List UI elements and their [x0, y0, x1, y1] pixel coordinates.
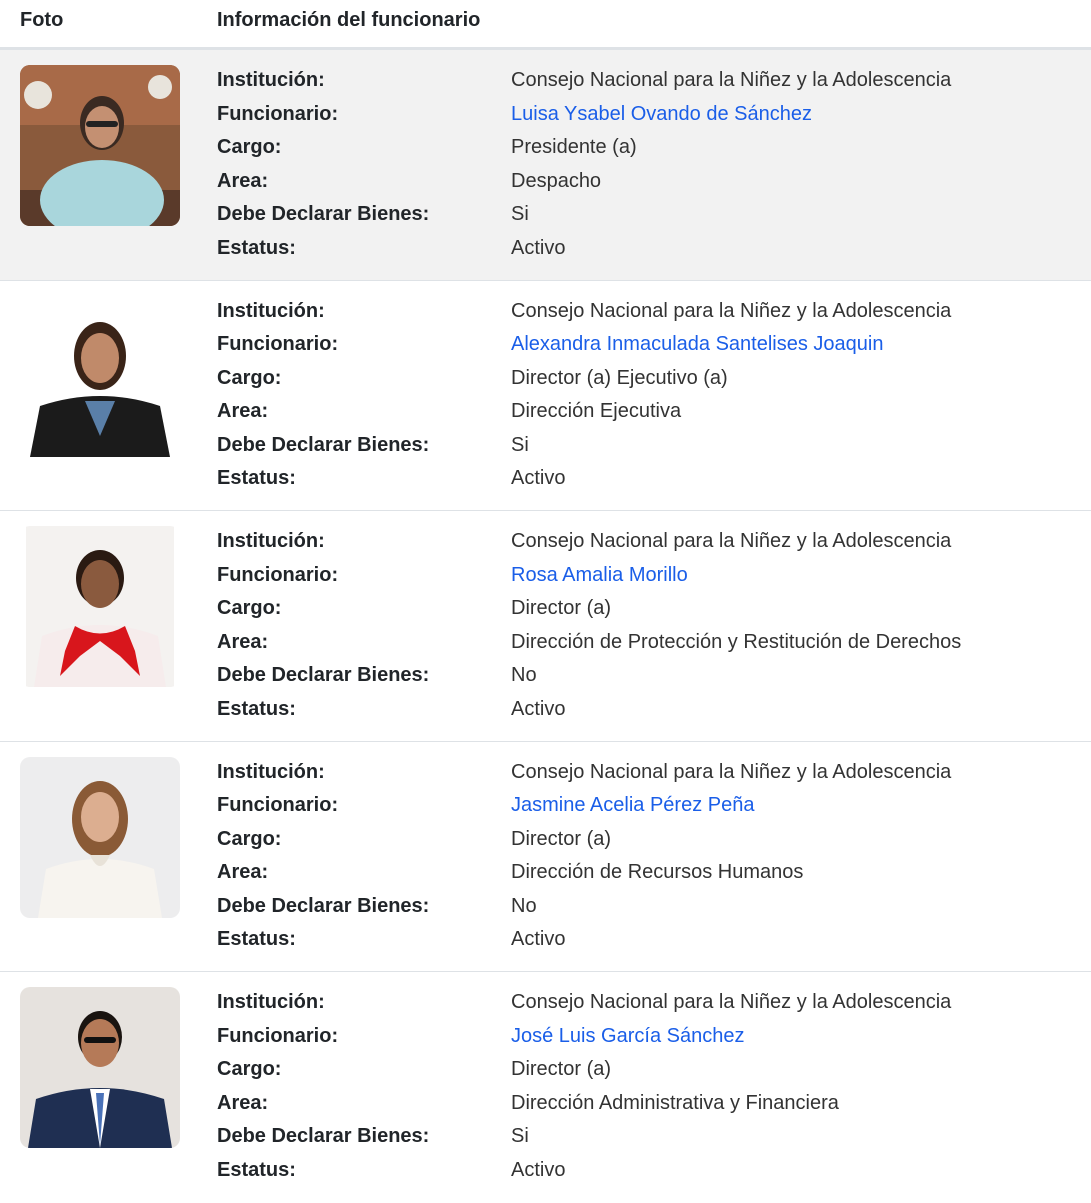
label-institucion: Institución:	[217, 299, 325, 322]
portrait-image	[20, 756, 180, 918]
value-area: Despacho	[511, 169, 602, 192]
label-funcionario: Funcionario:	[217, 333, 339, 356]
value-declarar: No	[511, 664, 537, 687]
label-cargo: Cargo:	[217, 1058, 282, 1081]
value-area: Dirección Ejecutiva	[511, 400, 682, 423]
table-row: Institución: Consejo Nacional para la Niñ…	[0, 511, 1091, 742]
value-cargo: Presidente (a)	[511, 136, 637, 159]
value-institucion: Consejo Nacional para la Niñez y la Adol…	[511, 760, 952, 783]
table-header: Foto Información del funcionario	[0, 0, 1091, 50]
label-estatus: Estatus:	[217, 928, 296, 951]
value-estatus: Activo	[511, 1158, 566, 1181]
official-name-link[interactable]: Luisa Ysabel Ovando de Sánchez	[511, 102, 812, 126]
value-institucion: Consejo Nacional para la Niñez y la Adol…	[511, 69, 952, 91]
value-declarar: Si	[511, 433, 529, 456]
official-photo	[20, 987, 180, 1148]
official-photo	[20, 295, 180, 457]
label-institucion: Institución:	[217, 991, 325, 1013]
official-name-link[interactable]: Jasmine Acelia Pérez Peña	[511, 793, 754, 817]
portrait-image	[20, 987, 180, 1148]
label-area: Area:	[217, 169, 269, 192]
value-cargo: Director (a)	[511, 827, 612, 850]
label-estatus: Estatus:	[217, 467, 296, 490]
label-cargo: Cargo:	[217, 827, 282, 850]
label-institucion: Institución:	[217, 69, 325, 91]
official-name-link[interactable]: José Luis García Sánchez	[511, 1024, 744, 1048]
official-photo	[20, 756, 180, 918]
label-funcionario: Funcionario:	[217, 563, 339, 586]
label-estatus: Estatus:	[217, 697, 296, 720]
header-foto: Foto	[20, 9, 64, 31]
table-row: Institución: Consejo Nacional para la Niñ…	[0, 50, 1091, 281]
label-declarar: Debe Declarar Bienes:	[217, 894, 430, 917]
official-name-link[interactable]: Alexandra Inmaculada Santelises Joaquin	[511, 332, 883, 356]
label-area: Area:	[217, 630, 269, 653]
label-estatus: Estatus:	[217, 236, 296, 259]
label-cargo: Cargo:	[217, 366, 282, 389]
value-estatus: Activo	[511, 697, 566, 720]
official-photo	[20, 65, 180, 226]
official-photo	[20, 526, 180, 687]
official-name-link[interactable]: Rosa Amalia Morillo	[511, 563, 688, 587]
label-cargo: Cargo:	[217, 597, 282, 620]
value-declarar: Si	[511, 203, 529, 226]
value-area: Dirección Administrativa y Financiera	[511, 1091, 839, 1114]
label-area: Area:	[217, 400, 269, 423]
header-info: Información del funcionario	[217, 9, 481, 31]
label-declarar: Debe Declarar Bienes:	[217, 664, 430, 687]
label-institucion: Institución:	[217, 760, 325, 783]
officials-table: Foto Información del funcionario Institu…	[0, 0, 1091, 1203]
value-declarar: Si	[511, 1125, 529, 1148]
label-declarar: Debe Declarar Bienes:	[217, 1125, 430, 1148]
label-estatus: Estatus:	[217, 1158, 296, 1181]
label-area: Area:	[217, 1091, 269, 1114]
value-declarar: No	[511, 894, 537, 917]
table-row: Institución: Consejo Nacional para la Niñ…	[0, 972, 1091, 1203]
label-cargo: Cargo:	[217, 136, 282, 159]
table-row: Institución: Consejo Nacional para la Niñ…	[0, 742, 1091, 972]
value-estatus: Activo	[511, 467, 566, 490]
value-cargo: Director (a)	[511, 1058, 612, 1081]
label-institucion: Institución:	[217, 530, 325, 552]
value-estatus: Activo	[511, 928, 566, 951]
label-funcionario: Funcionario:	[217, 794, 339, 817]
value-cargo: Director (a)	[511, 597, 612, 620]
portrait-image	[20, 65, 180, 226]
table-row: Institución: Consejo Nacional para la Niñ…	[0, 281, 1091, 511]
label-declarar: Debe Declarar Bienes:	[217, 433, 430, 456]
portrait-image	[20, 295, 180, 457]
value-institucion: Consejo Nacional para la Niñez y la Adol…	[511, 530, 952, 552]
label-funcionario: Funcionario:	[217, 1024, 339, 1047]
value-area: Dirección de Protección y Restitución de…	[511, 630, 962, 653]
value-area: Dirección de Recursos Humanos	[511, 861, 804, 884]
value-institucion: Consejo Nacional para la Niñez y la Adol…	[511, 991, 952, 1013]
value-cargo: Director (a) Ejecutivo (a)	[511, 366, 728, 389]
label-area: Area:	[217, 861, 269, 884]
value-institucion: Consejo Nacional para la Niñez y la Adol…	[511, 299, 952, 322]
label-declarar: Debe Declarar Bienes:	[217, 203, 430, 226]
label-funcionario: Funcionario:	[217, 102, 339, 125]
portrait-image	[20, 526, 180, 687]
value-estatus: Activo	[511, 236, 566, 259]
